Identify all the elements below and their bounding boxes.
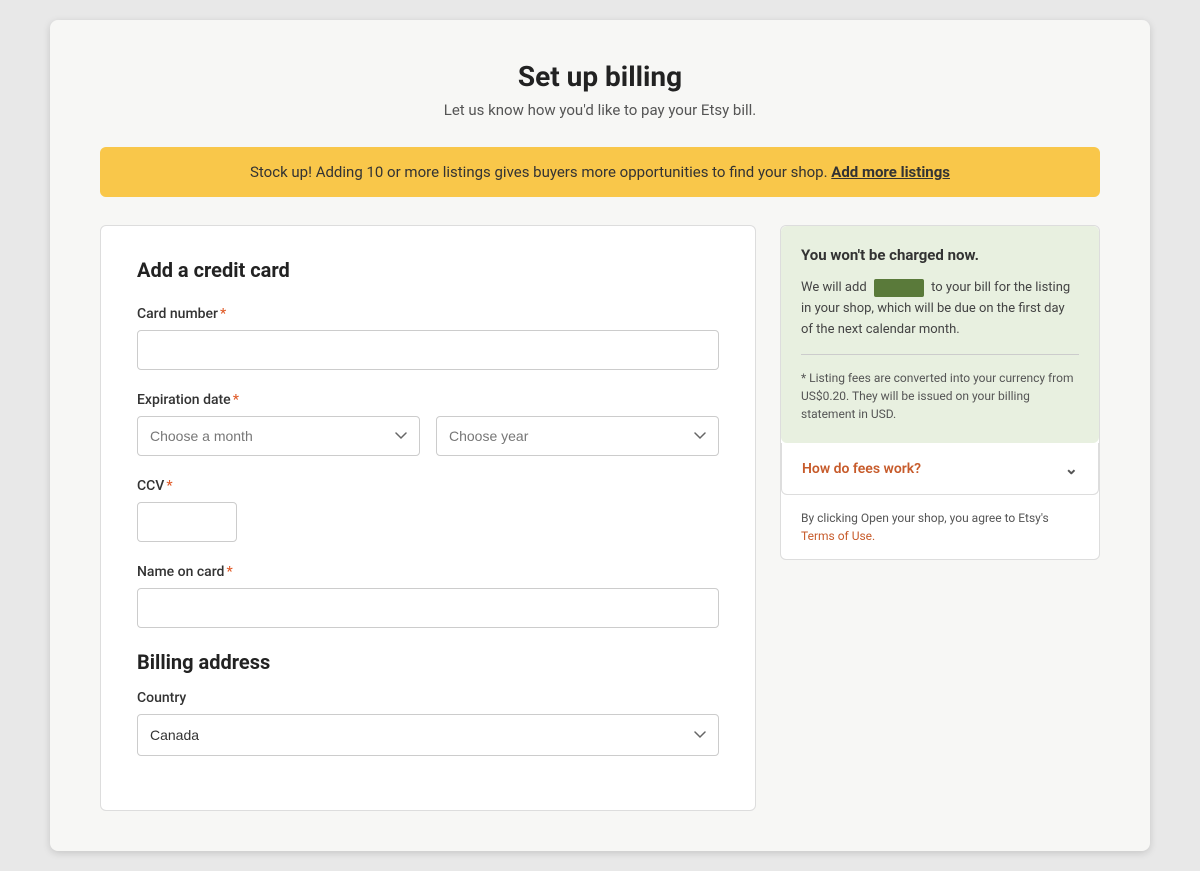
ccv-label: CCV* [137,478,719,494]
info-box-body: We will add to your bill for the listing… [801,278,1079,340]
info-text-1: We will add [801,280,867,295]
page-header: Set up billing Let us know how you'd lik… [100,60,1100,119]
card-number-group: Card number* [137,306,719,370]
content-area: Add a credit card Card number* Expiratio… [100,225,1100,811]
name-on-card-group: Name on card* [137,564,719,628]
expiration-date-group: Expiration date* Choose a month January … [137,392,719,456]
expiry-row: Choose a month January February March Ap… [137,416,719,456]
info-box-note: * Listing fees are converted into your c… [801,354,1079,423]
billing-address-title: Billing address [137,650,719,674]
info-box: You won't be charged now. We will add to… [781,226,1099,443]
card-number-input[interactable] [137,330,719,370]
fees-link-text: How do fees work? [802,461,921,477]
banner-link[interactable]: Add more listings [831,163,950,181]
terms-text: By clicking Open your shop, you agree to… [781,495,1099,559]
page-subtitle: Let us know how you'd like to pay your E… [100,101,1100,119]
terms-link[interactable]: Terms of Use. [801,529,875,543]
promo-banner: Stock up! Adding 10 or more listings giv… [100,147,1100,197]
sidebar: You won't be charged now. We will add to… [780,225,1100,560]
add-credit-card-title: Add a credit card [137,258,719,282]
banner-text: Stock up! Adding 10 or more listings giv… [250,163,828,181]
card-number-label: Card number* [137,306,719,322]
page-title: Set up billing [100,60,1100,93]
info-sidebar-wrapper: You won't be charged now. We will add to… [780,225,1100,560]
expiration-date-label: Expiration date* [137,392,719,408]
page-container: Set up billing Let us know how you'd lik… [50,20,1150,851]
chevron-down-icon: ⌄ [1065,459,1078,478]
ccv-input[interactable] [137,502,237,542]
ccv-group: CCV* [137,478,719,542]
form-card: Add a credit card Card number* Expiratio… [100,225,756,811]
month-select[interactable]: Choose a month January February March Ap… [137,416,420,456]
info-box-title: You won't be charged now. [801,246,1079,264]
country-label: Country [137,690,719,706]
redacted-amount [874,279,924,297]
fees-accordion[interactable]: How do fees work? ⌄ [781,443,1099,495]
year-select[interactable]: Choose year 2024 2025 2026 2027 2028 202… [436,416,719,456]
country-group: Country Canada United States United King… [137,690,719,756]
name-on-card-label: Name on card* [137,564,719,580]
name-on-card-input[interactable] [137,588,719,628]
country-select[interactable]: Canada United States United Kingdom Aust… [137,714,719,756]
